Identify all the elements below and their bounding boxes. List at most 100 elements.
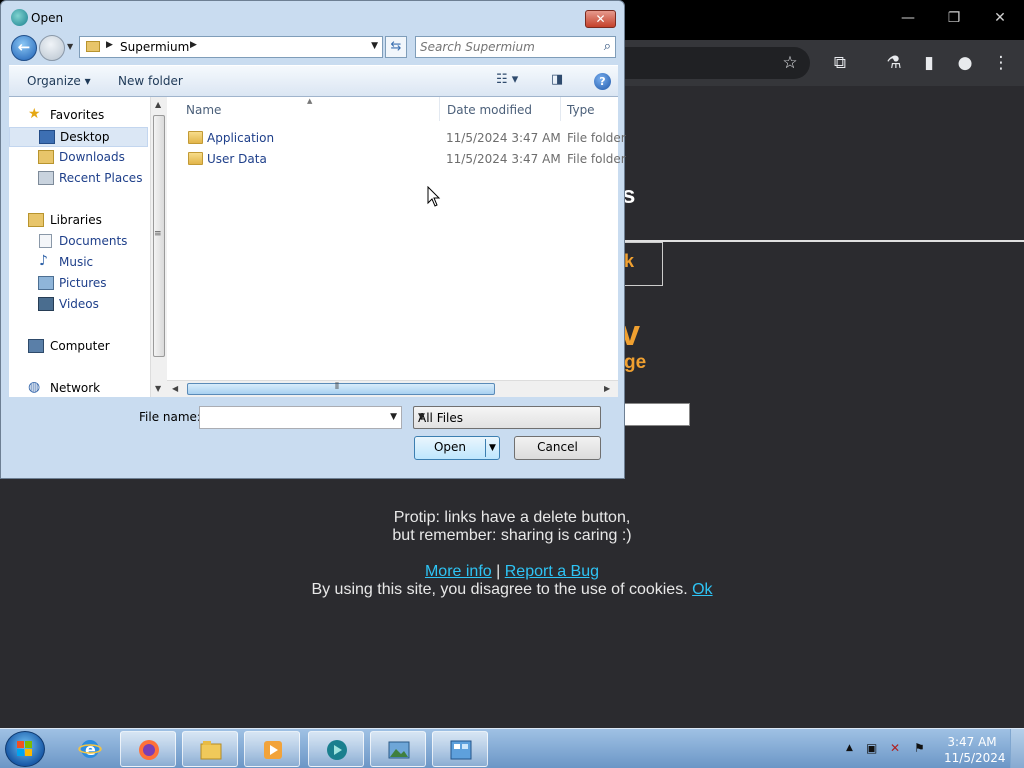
file-name-input[interactable] [203, 410, 383, 425]
preview-pane-icon[interactable]: ◨ [551, 72, 563, 87]
taskbar-clock[interactable]: 3:47 AM 11/5/2024 [944, 734, 1006, 766]
nav-item-desktop[interactable]: Desktop [9, 127, 148, 147]
network-globe-icon: ◍ [28, 379, 41, 395]
page-tab-box[interactable]: k [620, 242, 663, 286]
close-window-icon[interactable]: ✕ [990, 10, 1010, 26]
file-name-combobox[interactable]: ▼ [199, 406, 402, 429]
recent-places-icon [38, 171, 54, 185]
file-row[interactable]: Application 11/5/2024 3:47 AM File folde… [167, 128, 626, 149]
volume-muted-icon[interactable]: ✕ [890, 741, 900, 755]
filter-dropdown-icon[interactable]: ▼ [418, 412, 595, 422]
restore-icon[interactable]: ❐ [944, 10, 964, 26]
nav-network[interactable]: ◍ Network [9, 379, 148, 397]
nav-group-label: Network [50, 381, 101, 395]
search-icon[interactable]: ⌕ [604, 39, 611, 54]
show-hidden-icons[interactable]: ▲ [846, 743, 853, 753]
nav-item-label: Documents [59, 234, 128, 248]
taskbar-control-panel[interactable] [432, 731, 488, 767]
network-tray-icon[interactable]: ▣ [866, 741, 877, 755]
nav-item-label: Downloads [59, 150, 125, 164]
nav-item-videos[interactable]: Videos [9, 295, 148, 315]
side-panel-icon[interactable]: ▮ [918, 52, 940, 74]
file-row[interactable]: User Data 11/5/2024 3:47 AM File folder [167, 149, 626, 170]
scroll-grip-icon: ⦀ [335, 382, 339, 392]
profile-icon[interactable]: ● [954, 52, 976, 74]
dialog-close-button[interactable]: ✕ [585, 10, 616, 28]
search-input[interactable] [420, 39, 590, 55]
scroll-right-icon[interactable]: ▶ [604, 384, 610, 393]
cancel-button[interactable]: Cancel [514, 436, 601, 460]
minimize-icon[interactable]: — [898, 10, 918, 26]
desktop-icon [39, 130, 55, 144]
bookmark-star-icon[interactable]: ☆ [779, 52, 801, 74]
folder-icon [86, 41, 100, 52]
file-name: Application [207, 131, 275, 145]
nav-item-documents[interactable]: Documents [9, 232, 148, 252]
file-name-label: File name: [139, 410, 201, 424]
cookie-ok-link[interactable]: Ok [692, 581, 712, 598]
nav-favorites[interactable]: ★ Favorites [9, 106, 148, 126]
taskbar-image-viewer[interactable] [370, 731, 426, 767]
cookie-text: By using this site, you disagree to the … [311, 581, 688, 598]
nav-item-label: Pictures [59, 276, 107, 290]
scroll-down-icon[interactable]: ▼ [155, 384, 161, 393]
change-view-icon[interactable]: ☷ ▾ [496, 72, 518, 87]
breadcrumb-address-bar[interactable]: ▶ Supermium ▶ ▼ [79, 36, 383, 58]
scroll-left-icon[interactable]: ◀ [172, 384, 178, 393]
file-type-filter[interactable]: All Files ▼ [413, 406, 601, 429]
column-header-type[interactable]: Type [561, 97, 618, 121]
nav-pane-scrollbar[interactable]: ▲ ≡ ▼ [150, 97, 167, 397]
nav-computer[interactable]: Computer [9, 337, 148, 357]
nav-item-label: Recent Places [59, 171, 143, 185]
menu-icon[interactable]: ⋮ [990, 52, 1012, 74]
help-icon[interactable]: ? [594, 73, 611, 90]
nav-group-label: Computer [50, 339, 110, 353]
taskbar-file-explorer[interactable] [182, 731, 238, 767]
refresh-icon[interactable]: ⇆ [385, 36, 407, 58]
control-panel-icon [450, 740, 472, 760]
taskbar-internet-explorer[interactable]: e [62, 731, 118, 767]
column-header-name[interactable]: Name [167, 97, 440, 121]
report-bug-link[interactable]: Report a Bug [505, 563, 599, 580]
file-explorer-icon [200, 741, 222, 760]
search-box[interactable]: ⌕ [415, 36, 616, 58]
breadcrumb-chevron-icon[interactable]: ▶ [190, 40, 197, 50]
file-list-hscrollbar[interactable]: ◀ ⦀ ▶ [167, 380, 618, 397]
scrollbar-thumb[interactable] [187, 383, 495, 395]
more-info-link[interactable]: More info [425, 563, 492, 580]
nav-item-pictures[interactable]: Pictures [9, 274, 148, 294]
open-options-dropdown-icon[interactable]: ▼ [489, 438, 496, 459]
back-arrow-icon[interactable]: ← [11, 35, 37, 61]
page-text-input[interactable] [624, 403, 690, 426]
file-name: User Data [207, 152, 267, 166]
command-bar: Organize ▾ New folder ☷ ▾ ◨ ? [9, 65, 618, 97]
recent-locations-dropdown-icon[interactable]: ▼ [67, 42, 73, 51]
start-button[interactable] [5, 731, 45, 767]
breadcrumb-segment[interactable]: Supermium [120, 40, 189, 54]
address-dropdown-icon[interactable]: ▼ [371, 41, 378, 51]
image-viewer-icon [388, 741, 410, 759]
labs-flask-icon[interactable]: ⚗ [883, 52, 905, 74]
forward-arrow-icon[interactable] [39, 35, 65, 61]
taskbar-media-player[interactable] [244, 731, 300, 767]
organize-menu[interactable]: Organize ▾ [27, 74, 91, 88]
nav-item-downloads[interactable]: Downloads [9, 148, 148, 168]
column-header-date[interactable]: Date modified [440, 97, 561, 121]
new-folder-button[interactable]: New folder [118, 74, 183, 88]
file-name-dropdown-icon[interactable]: ▼ [390, 412, 397, 422]
file-type: File folder [567, 131, 626, 145]
extensions-icon[interactable]: ⧉ [829, 52, 851, 74]
taskbar-supermium[interactable] [308, 731, 364, 767]
nav-item-music[interactable]: ♪ Music [9, 253, 148, 273]
scroll-up-icon[interactable]: ▲ [155, 100, 161, 109]
open-button-label: Open [433, 440, 467, 454]
taskbar: e ▲ ▣ ✕ ⚑ 3:47 AM 11/5/2024 [0, 728, 1024, 768]
open-button[interactable]: Open ▼ [414, 436, 500, 460]
nav-item-recent-places[interactable]: Recent Places [9, 169, 148, 189]
taskbar-firefox[interactable] [120, 731, 176, 767]
breadcrumb-chevron-icon[interactable]: ▶ [106, 40, 113, 50]
clock-time: 3:47 AM [947, 735, 997, 749]
show-desktop-button[interactable] [1010, 729, 1024, 768]
nav-libraries[interactable]: Libraries [9, 211, 148, 231]
action-center-flag-icon[interactable]: ⚑ [914, 741, 925, 755]
